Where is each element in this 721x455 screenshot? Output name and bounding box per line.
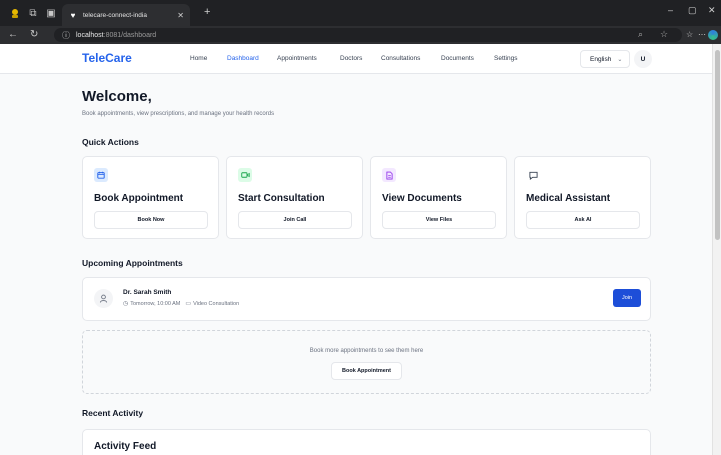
address-bar[interactable]: ⓘ localhost :8081/dashboard ⌕ ☆: [54, 28, 682, 42]
quick-action-card-book-appointment: Book Appointment Book Now: [82, 156, 219, 239]
book-appointment-button[interactable]: Book Appointment: [331, 362, 402, 380]
tab-actions-icon[interactable]: ▣: [40, 0, 62, 26]
recent-activity-heading: Recent Activity: [82, 408, 144, 418]
quick-action-card-start-consultation: Start Consultation Join Call: [226, 156, 363, 239]
appointment-meta: ◷ Tomorrow, 10:00 AM ▭ Video Consultatio…: [123, 300, 240, 308]
join-call-button[interactable]: Join Call: [238, 211, 352, 229]
book-now-button[interactable]: Book Now: [94, 211, 208, 229]
url-path: :8081/dashboard: [103, 31, 157, 39]
edge-copilot-icon[interactable]: [708, 30, 718, 40]
page-scrollbar[interactable]: [712, 44, 721, 455]
favorite-star-icon[interactable]: ☆: [660, 29, 668, 40]
nav-home[interactable]: Home: [190, 55, 207, 62]
placeholder-text: Book more appointments to see them here: [309, 348, 424, 354]
upcoming-appointments-heading: Upcoming Appointments: [82, 258, 183, 268]
nav-consultations[interactable]: Consultations: [381, 55, 420, 62]
more-menu-icon[interactable]: ⋯: [698, 29, 706, 41]
window-close-icon[interactable]: ✕: [708, 5, 716, 16]
language-select[interactable]: English ⌄: [580, 50, 630, 68]
card-title: Start Consultation: [238, 193, 325, 204]
maximize-icon[interactable]: ▢: [688, 5, 697, 16]
browser-toolbar: ← ↻ ⓘ localhost :8081/dashboard ⌕ ☆ ☆ ⋯: [0, 26, 721, 44]
user-icon: [94, 289, 113, 308]
quick-action-card-view-documents: View Documents View Files: [370, 156, 507, 239]
card-title: Medical Assistant: [526, 193, 611, 204]
new-tab-icon[interactable]: +: [204, 6, 210, 18]
close-icon[interactable]: ✕: [177, 11, 184, 20]
video-icon: ▭: [185, 301, 192, 307]
tab-title: telecare-connect-india: [83, 11, 147, 19]
clock-icon: ◷: [123, 301, 129, 307]
minimize-icon[interactable]: –: [668, 5, 673, 15]
appointment-type: Video Consultation: [193, 300, 240, 307]
activity-feed-card: Activity Feed: [82, 429, 651, 455]
join-button[interactable]: Join: [613, 289, 641, 307]
browser-titlebar: ⧉ ▣ ♥ telecare-connect-india ✕ + – ▢ ✕: [0, 0, 721, 26]
language-value: English: [590, 55, 612, 63]
nav-settings[interactable]: Settings: [494, 55, 518, 62]
browser-tab[interactable]: ♥ telecare-connect-india ✕: [62, 4, 190, 26]
page-title: Welcome,: [82, 88, 152, 105]
file-icon: [382, 168, 396, 182]
quick-action-card-medical-assistant: Medical Assistant Ask AI: [514, 156, 651, 239]
chat-icon: [526, 168, 540, 182]
site-info-icon[interactable]: ⓘ: [62, 30, 70, 41]
url-host: localhost: [76, 31, 104, 39]
quick-actions-heading: Quick Actions: [82, 137, 139, 147]
user-avatar[interactable]: U: [634, 50, 652, 68]
view-files-button[interactable]: View Files: [382, 211, 496, 229]
app-header: TeleCare Home Dashboard Appointments Doc…: [0, 44, 712, 74]
video-icon: [238, 168, 252, 182]
back-icon[interactable]: ←: [8, 29, 18, 41]
appointment-time: Tomorrow, 10:00 AM: [130, 300, 181, 307]
nav-doctors[interactable]: Doctors: [340, 55, 362, 62]
scrollbar-thumb[interactable]: [715, 50, 720, 240]
activity-feed-title: Activity Feed: [94, 441, 157, 452]
nav-documents[interactable]: Documents: [441, 55, 474, 62]
favorites-icon[interactable]: ☆: [686, 29, 693, 41]
appointment-card: Dr. Sarah Smith ◷ Tomorrow, 10:00 AM ▭ V…: [82, 277, 651, 321]
nav-dashboard[interactable]: Dashboard: [227, 55, 259, 62]
web-page: TeleCare Home Dashboard Appointments Doc…: [0, 44, 712, 455]
heart-icon: ♥: [70, 10, 76, 20]
card-title: Book Appointment: [94, 193, 184, 204]
empty-appointments-placeholder: Book more appointments to see them here …: [82, 330, 651, 394]
read-aloud-icon[interactable]: ⌕: [638, 29, 643, 40]
ask-ai-button[interactable]: Ask AI: [526, 211, 640, 229]
card-title: View Documents: [382, 193, 462, 204]
chevron-down-icon: ⌄: [617, 56, 623, 63]
nav-appointments[interactable]: Appointments: [277, 55, 317, 62]
calendar-icon: [94, 168, 108, 182]
app-logo[interactable]: TeleCare: [82, 51, 132, 65]
doctor-name: Dr. Sarah Smith: [123, 289, 172, 296]
page-subtitle: Book appointments, view prescriptions, a…: [82, 111, 275, 117]
reload-icon[interactable]: ↻: [30, 29, 38, 41]
